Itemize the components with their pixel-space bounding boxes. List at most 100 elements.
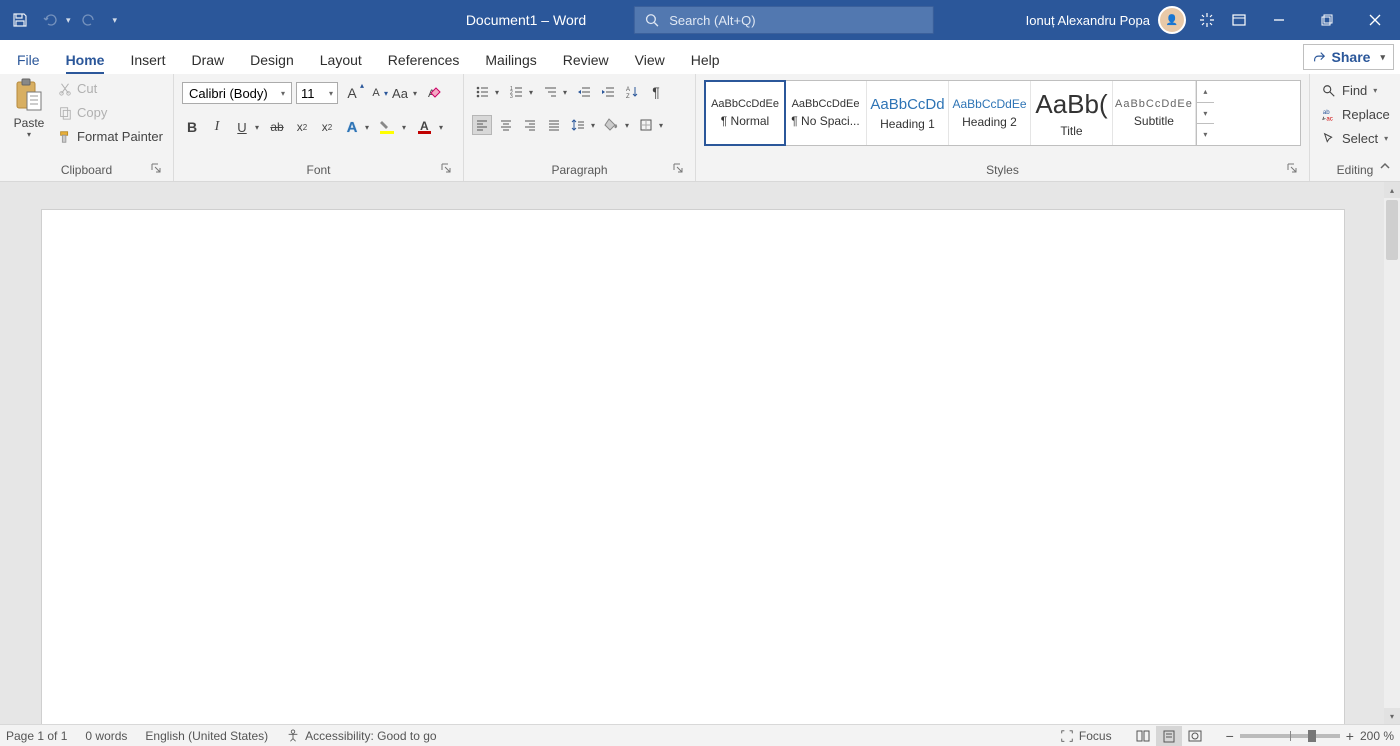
style-item-3[interactable]: AaBbCcDdEeHeading 2 [949, 81, 1031, 145]
web-layout-button[interactable] [1182, 726, 1208, 746]
scroll-up-button[interactable]: ▴ [1384, 182, 1400, 198]
justify-button[interactable] [544, 115, 564, 135]
borders-button[interactable]: ▾ [636, 115, 666, 135]
tab-design[interactable]: Design [237, 44, 307, 74]
read-mode-button[interactable] [1130, 726, 1156, 746]
language[interactable]: English (United States) [145, 729, 268, 743]
print-layout-button[interactable] [1156, 726, 1182, 746]
shrink-font-button[interactable]: A▾ [366, 83, 386, 103]
zoom-slider[interactable] [1240, 734, 1340, 738]
zoom-out-button[interactable]: − [1226, 728, 1234, 744]
vertical-scrollbar[interactable]: ▴ ▾ [1384, 182, 1400, 724]
paragraph-launcher[interactable] [673, 163, 687, 177]
styles-scroll-up[interactable]: ▴ [1197, 81, 1214, 103]
copy-button[interactable]: Copy [56, 102, 165, 123]
numbering-button[interactable]: 123▾ [506, 82, 536, 102]
style-label: ¶ Normal [721, 114, 769, 128]
page-info[interactable]: Page 1 of 1 [6, 729, 67, 743]
font-color-button[interactable]: A▾ [414, 117, 446, 137]
font-size-combo[interactable]: 11▾ [296, 82, 338, 104]
save-button[interactable] [8, 8, 32, 32]
multilevel-list-button[interactable]: ▾ [540, 82, 570, 102]
tab-home[interactable]: Home [53, 44, 118, 74]
find-button[interactable]: Find ▾ [1318, 80, 1381, 101]
zoom-slider-thumb[interactable] [1308, 730, 1316, 742]
strikethrough-button[interactable]: ab [267, 117, 287, 137]
text-effects-button[interactable]: A▾ [342, 117, 372, 137]
collapse-ribbon-button[interactable] [1378, 159, 1394, 175]
close-button[interactable] [1356, 0, 1394, 40]
clear-formatting-button[interactable]: A [424, 83, 444, 103]
bold-button[interactable]: B [182, 117, 202, 137]
sort-button[interactable]: AZ [622, 82, 642, 102]
style-item-5[interactable]: AaBbCcDdEeSubtitle [1113, 81, 1196, 145]
grow-font-button[interactable]: A▴ [342, 83, 362, 103]
qat-customize-button[interactable]: ▾ [113, 15, 118, 26]
highlight-button[interactable]: ▾ [377, 117, 409, 137]
word-count[interactable]: 0 words [85, 729, 127, 743]
title-center: Document1 – Word Search (Alt+Q) [466, 6, 934, 34]
style-item-1[interactable]: AaBbCcDdEe¶ No Spaci... [785, 81, 867, 145]
decrease-indent-button[interactable] [574, 82, 594, 102]
tab-help[interactable]: Help [678, 44, 733, 74]
cut-button[interactable]: Cut [56, 78, 165, 99]
zoom-value[interactable]: 200 % [1360, 729, 1394, 743]
tab-draw[interactable]: Draw [178, 44, 237, 74]
maximize-button[interactable] [1308, 0, 1346, 40]
bullets-button[interactable]: ▾ [472, 82, 502, 102]
ribbon-display-button[interactable] [1228, 9, 1250, 31]
style-item-2[interactable]: AaBbCcDdHeading 1 [867, 81, 949, 145]
focus-mode-button[interactable]: Focus [1060, 729, 1112, 743]
italic-button[interactable]: I [207, 117, 227, 137]
undo-button[interactable] [38, 8, 62, 32]
tab-mailings[interactable]: Mailings [472, 44, 549, 74]
paste-button[interactable]: Paste ▾ [8, 78, 50, 139]
tab-layout[interactable]: Layout [307, 44, 375, 74]
tab-references[interactable]: References [375, 44, 473, 74]
document-page[interactable] [42, 210, 1344, 724]
increase-indent-button[interactable] [598, 82, 618, 102]
format-painter-button[interactable]: Format Painter [56, 126, 165, 147]
shading-button[interactable]: ▾ [602, 115, 632, 135]
styles-launcher[interactable] [1287, 163, 1301, 177]
superscript-button[interactable]: x2 [317, 117, 337, 137]
change-case-button[interactable]: Aa▾ [390, 83, 420, 103]
clipboard-launcher[interactable] [151, 163, 165, 177]
focus-icon [1060, 729, 1074, 743]
subscript-button[interactable]: x2 [292, 117, 312, 137]
styles-scroll-down[interactable]: ▾ [1197, 103, 1214, 125]
select-button[interactable]: Select ▾ [1318, 128, 1392, 149]
paste-dropdown-icon[interactable]: ▾ [27, 130, 31, 139]
replace-button[interactable]: abac Replace [1318, 104, 1394, 125]
chevron-down-icon: ▾ [399, 123, 409, 132]
underline-button[interactable]: U▾ [232, 117, 262, 137]
font-launcher[interactable] [441, 163, 455, 177]
coming-soon-button[interactable] [1196, 9, 1218, 31]
zoom-in-button[interactable]: + [1346, 728, 1354, 744]
group-clipboard: Paste ▾ Cut Copy Format Painter Clipbo [0, 74, 174, 181]
share-dropdown-icon: ▾ [1380, 52, 1385, 63]
style-item-0[interactable]: AaBbCcDdEe¶ Normal [704, 80, 786, 146]
tab-review[interactable]: Review [550, 44, 622, 74]
align-left-button[interactable] [472, 115, 492, 135]
style-label: Subtitle [1134, 114, 1174, 128]
search-box[interactable]: Search (Alt+Q) [634, 6, 934, 34]
font-name-combo[interactable]: Calibri (Body)▾ [182, 82, 292, 104]
minimize-button[interactable] [1260, 0, 1298, 40]
redo-button[interactable] [77, 8, 101, 32]
share-button[interactable]: Share ▾ [1303, 44, 1394, 70]
styles-expand[interactable]: ▾ [1197, 124, 1214, 145]
align-right-button[interactable] [520, 115, 540, 135]
show-paragraph-marks-button[interactable]: ¶ [646, 82, 666, 102]
scroll-thumb[interactable] [1386, 200, 1398, 260]
tab-insert[interactable]: Insert [117, 44, 178, 74]
line-spacing-button[interactable]: ▾ [568, 115, 598, 135]
scroll-down-button[interactable]: ▾ [1384, 708, 1400, 724]
accessibility-status[interactable]: Accessibility: Good to go [286, 729, 436, 743]
style-item-4[interactable]: AaBb(Title [1031, 81, 1113, 145]
user-account[interactable]: Ionuț Alexandru Popa 👤 [1026, 6, 1186, 34]
undo-dropdown-icon[interactable]: ▾ [66, 15, 71, 26]
align-center-button[interactable] [496, 115, 516, 135]
tab-view[interactable]: View [622, 44, 678, 74]
tab-file[interactable]: File [4, 44, 53, 74]
